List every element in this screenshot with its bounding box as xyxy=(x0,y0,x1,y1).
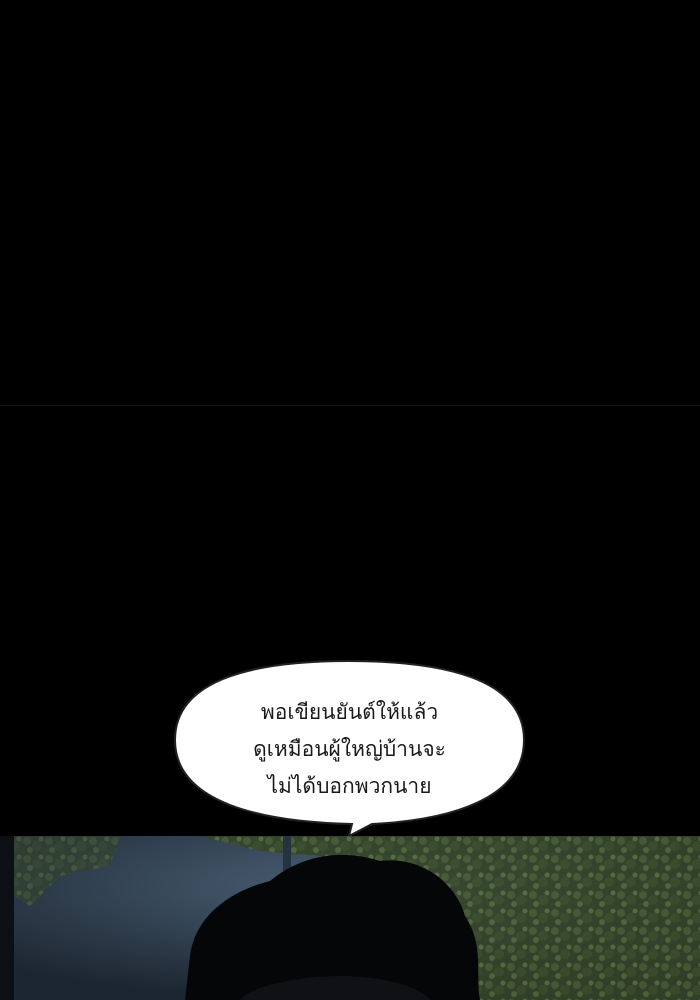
left-shadow xyxy=(0,836,14,1000)
speech-text: พอเขียนยันต์ให้แล้ว ดูเหมือนผู้ใหญ่บ้านจ… xyxy=(172,694,527,805)
forest-scene xyxy=(0,836,700,1000)
black-panel-top xyxy=(0,0,700,405)
speech-line-1: พอเขียนยันต์ให้แล้ว xyxy=(260,700,439,724)
speech-line-2: ดูเหมือนผู้ใหญ่บ้านจะ xyxy=(253,737,446,761)
speech-line-3: ไม่ได้บอกพวกนาย xyxy=(267,774,432,798)
comic-page: พอเขียนยันต์ให้แล้ว ดูเหมือนผู้ใหญ่บ้านจ… xyxy=(0,0,700,1000)
